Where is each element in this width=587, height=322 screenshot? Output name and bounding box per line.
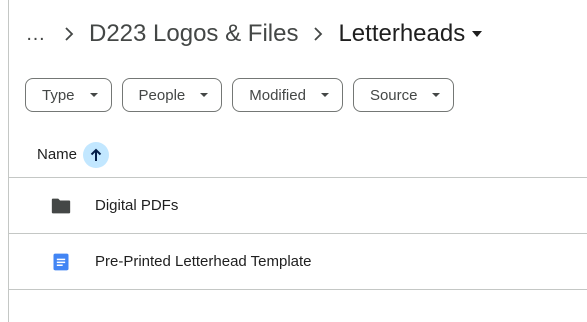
- chevron-right-icon: [49, 22, 89, 46]
- filter-source-chip[interactable]: Source: [352, 78, 455, 112]
- filter-modified-chip[interactable]: Modified: [232, 78, 343, 112]
- filter-type-chip[interactable]: Type: [25, 78, 112, 112]
- file-name: Digital PDFs: [95, 197, 179, 214]
- chevron-right-icon: [298, 22, 338, 46]
- file-name: Pre-Printed Letterhead Template: [95, 253, 312, 270]
- filter-type-label: Type: [42, 86, 75, 104]
- file-row-letterhead-template[interactable]: Pre-Printed Letterhead Template: [9, 234, 587, 290]
- filter-modified-label: Modified: [249, 86, 306, 104]
- column-name-header[interactable]: Name: [37, 146, 77, 163]
- breadcrumb: … D223 Logos & Files Letterheads: [9, 14, 483, 54]
- caret-down-icon: [200, 93, 209, 97]
- folder-icon: [49, 194, 73, 218]
- caret-down-icon: [472, 31, 483, 37]
- filter-bar: Type People Modified Source: [25, 78, 455, 112]
- filter-people-chip[interactable]: People: [121, 78, 223, 112]
- breadcrumb-more-button[interactable]: …: [23, 22, 49, 46]
- file-browser: … D223 Logos & Files Letterheads Type Pe…: [8, 0, 587, 322]
- file-row-digital-pdfs[interactable]: Digital PDFs: [9, 178, 587, 234]
- sort-direction-button[interactable]: [83, 141, 110, 168]
- arrow-up-icon: [90, 148, 102, 161]
- breadcrumb-current-folder[interactable]: Letterheads: [338, 20, 483, 48]
- filter-people-label: People: [138, 86, 186, 104]
- google-docs-icon: [49, 250, 73, 274]
- breadcrumb-current-label: Letterheads: [338, 20, 466, 47]
- breadcrumb-item-logos-files[interactable]: D223 Logos & Files: [89, 18, 298, 50]
- caret-down-icon: [432, 93, 441, 97]
- caret-down-icon: [320, 93, 329, 97]
- column-header: Name: [9, 132, 587, 178]
- filter-source-label: Source: [369, 86, 418, 104]
- caret-down-icon: [89, 93, 98, 97]
